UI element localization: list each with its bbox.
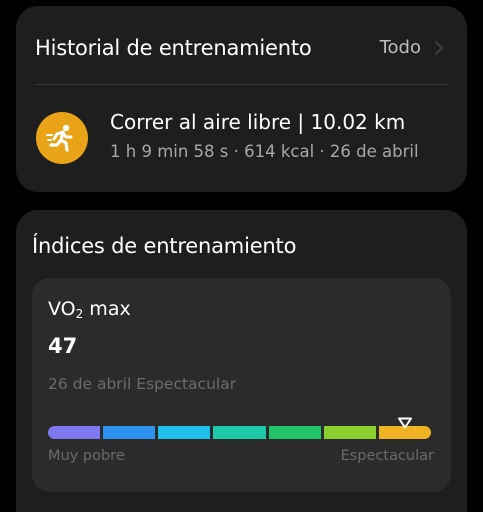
scale-segment (323, 426, 376, 439)
workout-summary: 1 h 9 min 58 s · 614 kcal · 26 de abril (110, 142, 419, 161)
vo2max-rating-scale (48, 426, 431, 439)
view-all-label: Todo (379, 37, 421, 58)
vo2max-date-rating: 26 de abril Espectacular (48, 375, 237, 393)
scale-segment (103, 426, 156, 439)
vo2max-value: 47 (48, 334, 78, 358)
scale-max-label: Espectacular (340, 448, 434, 464)
current-level-marker-icon (397, 417, 412, 429)
workout-list-item[interactable]: Correr al aire libre | 10.02 km 1 h 9 mi… (16, 90, 467, 182)
running-icon (36, 112, 88, 164)
view-all-button[interactable]: Todo (380, 37, 447, 58)
scale-segment (158, 426, 211, 439)
vo2max-label: VO2 max (48, 298, 131, 321)
chevron-right-icon (435, 40, 443, 55)
training-history-card: Historial de entrenamiento Todo Correr a… (16, 6, 467, 192)
training-indices-title: Índices de entrenamiento (32, 234, 297, 258)
divider (35, 84, 448, 85)
scale-segment (268, 426, 321, 439)
vo2max-card[interactable]: VO2 max 47 26 de abril Espectacular Muy … (32, 278, 451, 492)
training-history-title: Historial de entrenamiento (35, 36, 312, 60)
scale-min-label: Muy pobre (48, 448, 125, 464)
workout-title: Correr al aire libre | 10.02 km (110, 110, 406, 134)
scale-segment (213, 426, 266, 439)
scale-segment (48, 426, 101, 439)
training-indices-card: Índices de entrenamiento VO2 max 47 26 d… (16, 210, 467, 512)
